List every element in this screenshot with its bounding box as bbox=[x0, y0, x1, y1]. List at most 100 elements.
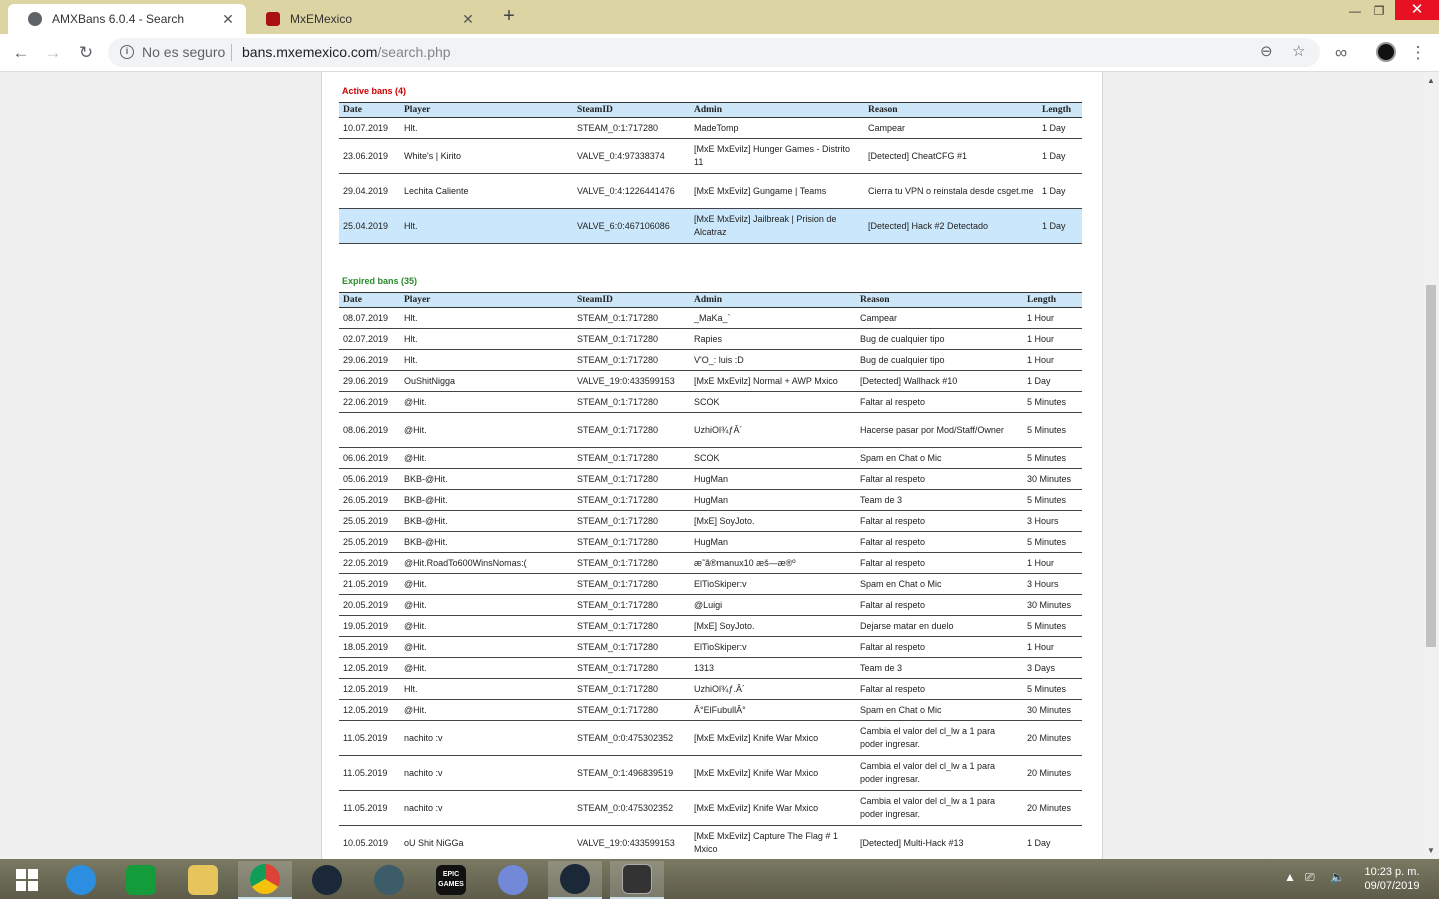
table-row[interactable]: 23.06.2019 White's | Kirito VALVE_0:4:9733… bbox=[339, 138, 1082, 174]
table-row[interactable]: 06.06.2019 @Hit. STEAM_0:1:717280 SCOK Spam … bbox=[339, 447, 1082, 469]
tab-title: AMXBans 6.0.4 - Search bbox=[52, 12, 185, 26]
extension-icon[interactable]: ∞ bbox=[1328, 40, 1354, 66]
table-cell: Hlt. bbox=[400, 307, 573, 329]
table-row[interactable]: 29.06.2019 Hlt. STEAM_0:1:717280 V'O_: luis… bbox=[339, 349, 1082, 371]
table-cell: 20 Minutes bbox=[1023, 755, 1082, 791]
zoom-icon[interactable]: ⊖ bbox=[1260, 42, 1273, 60]
table-cell: @Hit. bbox=[400, 657, 573, 679]
table-row[interactable]: 12.05.2019 @Hit. STEAM_0:1:717280 Â°ElFubul… bbox=[339, 699, 1082, 721]
steam-icon[interactable] bbox=[300, 861, 354, 899]
volume-icon[interactable]: 🔈 bbox=[1330, 870, 1345, 884]
table-row[interactable]: 25.05.2019 BKB-@Hit. STEAM_0:1:717280 [MxE]… bbox=[339, 510, 1082, 532]
table-cell: Faltar al respeto bbox=[856, 510, 1023, 532]
table-cell: 12.05.2019 bbox=[339, 678, 400, 700]
table-row[interactable]: 08.07.2019 Hlt. STEAM_0:1:717280 _MaKa_` Cam… bbox=[339, 307, 1082, 329]
table-cell: ElTioSkiper:v bbox=[690, 573, 856, 595]
table-cell: STEAM_0:0:475302352 bbox=[573, 790, 690, 826]
table-cell: UzhiOl¾ƒ.Â´ bbox=[690, 678, 856, 700]
table-cell: 02.07.2019 bbox=[339, 328, 400, 350]
table-row[interactable]: 25.04.2019 Hlt. VALVE_6:0:467106086 [MxE Mx… bbox=[339, 208, 1082, 244]
table-row[interactable]: 25.05.2019 BKB-@Hit. STEAM_0:1:717280 HugMa… bbox=[339, 531, 1082, 553]
table-row[interactable]: 11.05.2019 nachito :v STEAM_0:0:475302352[… bbox=[339, 720, 1082, 756]
table-cell: Spam en Chat o Mic bbox=[856, 573, 1023, 595]
table-cell: nachito :v bbox=[400, 790, 573, 826]
table-cell: STEAM_0:1:717280 bbox=[573, 349, 690, 371]
table-row[interactable]: 05.06.2019 BKB-@Hit. STEAM_0:1:717280 HugMa… bbox=[339, 468, 1082, 490]
system-clock[interactable]: 10:23 p. m. 09/07/2019 bbox=[1360, 865, 1424, 893]
epic-games-icon[interactable]: EPIC GAMES bbox=[424, 861, 478, 899]
url-text[interactable]: bans.mxemexico.com/search.php bbox=[242, 44, 451, 60]
info-icon[interactable]: i bbox=[120, 45, 134, 59]
scroll-up-icon[interactable]: ▲ bbox=[1427, 76, 1435, 85]
table-row[interactable]: 22.05.2019 @Hit.RoadTo600WinsNomas:(STEAM… bbox=[339, 552, 1082, 574]
address-bar[interactable]: i No es seguro bans.mxemexico.com/search… bbox=[108, 38, 1320, 67]
table-cell: BKB-@Hit. bbox=[400, 510, 573, 532]
table-cell: 12.05.2019 bbox=[339, 657, 400, 679]
ie-icon[interactable] bbox=[54, 861, 108, 899]
table-cell: Hlt. bbox=[400, 117, 573, 139]
table-header: Date Player SteamID Admin Reason Length bbox=[339, 102, 1082, 118]
table-row[interactable]: 21.05.2019 @Hit. STEAM_0:1:717280 ElTioSkip… bbox=[339, 573, 1082, 595]
table-row[interactable]: 29.06.2019 OuShitNigga VALVE_19:0:43359915… bbox=[339, 370, 1082, 392]
table-row[interactable]: 11.05.2019 nachito :v STEAM_0:0:475302352[… bbox=[339, 790, 1082, 826]
bookmark-star-icon[interactable]: ☆ bbox=[1292, 42, 1305, 60]
tray-expand-icon[interactable]: ▲ bbox=[1284, 870, 1296, 884]
table-row[interactable]: 19.05.2019 @Hit. STEAM_0:1:717280 [MxE] Soy… bbox=[339, 615, 1082, 637]
table-row[interactable]: 10.05.2019 oU Shit NiGGa VALVE_19:0:433599… bbox=[339, 825, 1082, 859]
app-icon[interactable] bbox=[610, 861, 664, 899]
scroll-down-icon[interactable]: ▼ bbox=[1427, 846, 1435, 855]
table-cell: Hlt. bbox=[400, 678, 573, 700]
table-row[interactable]: 10.07.2019 Hlt. STEAM_0:1:717280 MadeTomp Ca… bbox=[339, 117, 1082, 139]
table-cell: 22.06.2019 bbox=[339, 391, 400, 413]
table-cell: 20 Minutes bbox=[1023, 790, 1082, 826]
expired-bans-table: Date Player SteamID Admin Reason Length 08.07… bbox=[339, 292, 1082, 859]
table-cell: UzhiOl¾ƒÂ´ bbox=[690, 412, 856, 448]
table-row[interactable]: 29.04.2019 Lechita Caliente VALVE_0:4:1226… bbox=[339, 173, 1082, 209]
close-tab-icon[interactable]: ✕ bbox=[458, 11, 478, 28]
table-cell: [MxE MxEvilz] Hunger Games - Distrito 11 bbox=[690, 138, 864, 174]
table-row[interactable]: 12.05.2019 @Hit. STEAM_0:1:717280 1313 Team … bbox=[339, 657, 1082, 679]
back-button[interactable]: ← bbox=[8, 40, 34, 66]
table-row[interactable]: 12.05.2019 Hlt. STEAM_0:1:717280 UzhiOl¾ƒ.Â… bbox=[339, 678, 1082, 700]
restore-button[interactable]: ❐ bbox=[1364, 0, 1394, 24]
steam-icon[interactable] bbox=[548, 861, 602, 899]
tab-amxbans[interactable]: AMXBans 6.0.4 - Search ✕ bbox=[8, 4, 246, 34]
menu-icon[interactable]: ⋮ bbox=[1405, 40, 1431, 66]
reload-button[interactable]: ↻ bbox=[73, 40, 99, 66]
new-tab-button[interactable]: + bbox=[498, 5, 520, 29]
scrollbar-thumb[interactable] bbox=[1426, 285, 1436, 647]
file-explorer-icon[interactable] bbox=[176, 861, 230, 899]
table-row[interactable]: 08.06.2019 @Hit. STEAM_0:1:717280 UzhiOl¾ƒÂ… bbox=[339, 412, 1082, 448]
table-cell: Faltar al respeto bbox=[856, 678, 1023, 700]
table-row[interactable]: 02.07.2019 Hlt. STEAM_0:1:717280 Rapies Bug … bbox=[339, 328, 1082, 350]
table-row[interactable]: 11.05.2019 nachito :v STEAM_0:1:496839519[… bbox=[339, 755, 1082, 791]
table-row[interactable]: 26.05.2019 BKB-@Hit. STEAM_0:1:717280 HugMa… bbox=[339, 489, 1082, 511]
table-cell: 20.05.2019 bbox=[339, 594, 400, 616]
network-icon[interactable]: ⎚ bbox=[1305, 870, 1315, 885]
tab-mxemexico[interactable]: MxEMexico ✕ bbox=[246, 4, 486, 34]
column-header: SteamID bbox=[573, 102, 690, 118]
table-cell: STEAM_0:1:717280 bbox=[573, 117, 690, 139]
table-cell: 05.06.2019 bbox=[339, 468, 400, 490]
table-cell: V'O_: luis :D bbox=[690, 349, 856, 371]
table-cell: SCOK bbox=[690, 447, 856, 469]
table-cell: 29.04.2019 bbox=[339, 173, 400, 209]
windows-start-icon[interactable] bbox=[0, 861, 54, 899]
table-row[interactable]: 22.06.2019 @Hit. STEAM_0:1:717280 SCOK Falta… bbox=[339, 391, 1082, 413]
table-cell: Spam en Chat o Mic bbox=[856, 447, 1023, 469]
close-tab-icon[interactable]: ✕ bbox=[218, 11, 238, 28]
discord-icon[interactable] bbox=[486, 861, 540, 899]
table-cell: 10.05.2019 bbox=[339, 825, 400, 859]
forward-button[interactable]: → bbox=[40, 40, 66, 66]
app-icon[interactable] bbox=[362, 861, 416, 899]
table-cell: 26.05.2019 bbox=[339, 489, 400, 511]
store-icon[interactable] bbox=[114, 861, 168, 899]
table-row[interactable]: 20.05.2019 @Hit. STEAM_0:1:717280 @Luigi Fal… bbox=[339, 594, 1082, 616]
close-window-button[interactable]: ✕ bbox=[1395, 0, 1439, 20]
table-row[interactable]: 18.05.2019 @Hit. STEAM_0:1:717280 ElTioSkip… bbox=[339, 636, 1082, 658]
column-header: Admin bbox=[690, 292, 856, 308]
table-cell: 23.06.2019 bbox=[339, 138, 400, 174]
chrome-icon[interactable] bbox=[238, 861, 292, 899]
table-cell: 30 Minutes bbox=[1023, 699, 1082, 721]
profile-avatar[interactable] bbox=[1376, 42, 1396, 62]
